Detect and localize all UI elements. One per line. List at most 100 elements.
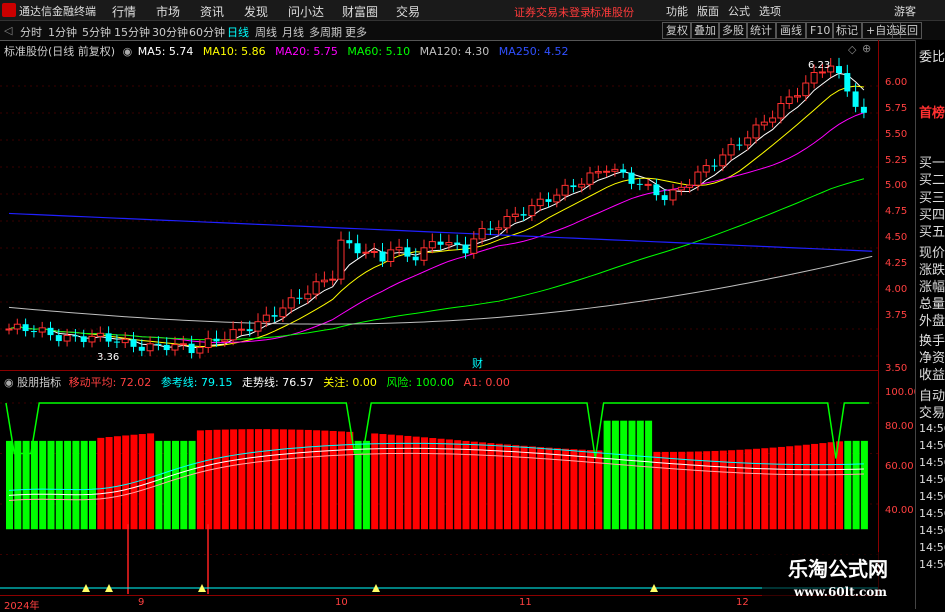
indicator-bar <box>72 440 80 530</box>
period-multi[interactable]: 多周期 <box>309 24 342 40</box>
overlay-button[interactable]: 叠加 <box>690 22 720 39</box>
settings-icon[interactable]: ◉ <box>123 45 133 58</box>
indicator-legend: ◉ 股朋指标 移动平均: 72.02 参考线: 79.15 走势线: 76.57… <box>4 374 510 390</box>
price-tick: 4.75 <box>885 206 908 217</box>
indicator-bar <box>172 440 179 530</box>
candle-body <box>96 332 104 337</box>
indicator-bar <box>429 438 437 530</box>
candle-body <box>736 144 743 146</box>
candle-body <box>412 256 419 261</box>
candle-body <box>561 184 569 196</box>
zoom-icon[interactable]: ⊕ <box>862 42 871 55</box>
candle-body <box>802 82 810 97</box>
candle-body <box>188 343 195 354</box>
back-button[interactable]: 返回 <box>892 22 922 39</box>
menu-ask[interactable]: 问小达 <box>288 3 324 20</box>
indicator-bar <box>678 451 686 530</box>
candle-body <box>63 334 71 342</box>
candle-body <box>686 184 694 188</box>
indicator-bar <box>371 433 379 530</box>
login-warning[interactable]: 证券交易未登录 <box>514 4 591 20</box>
candle-body <box>304 293 312 300</box>
indicator-bar <box>404 435 412 530</box>
menu-quotes[interactable]: 行情 <box>112 3 136 20</box>
indicator-bar <box>802 444 810 530</box>
candle-body <box>213 338 220 342</box>
user-label[interactable]: 游客 <box>894 3 916 19</box>
candle-body <box>420 247 428 261</box>
candle-body <box>262 314 270 323</box>
mark-button[interactable]: 标记 <box>832 22 862 39</box>
finance-marker[interactable]: 财 <box>472 356 483 370</box>
ma20-label: MA20: 5.75 <box>275 45 338 58</box>
ma120-label: MA120: 4.30 <box>419 45 490 58</box>
indicator-bar <box>769 447 777 530</box>
candle-body <box>22 324 29 332</box>
period-15min[interactable]: 15分钟 <box>114 24 150 40</box>
indicator-bar <box>338 431 345 530</box>
period-60min[interactable]: 60分钟 <box>189 24 225 40</box>
candle-body <box>179 343 187 346</box>
date-tick: 2024年 <box>4 601 40 612</box>
watermark-url: www.60lt.com <box>793 585 887 599</box>
period-weekly[interactable]: 周线 <box>255 24 277 40</box>
pane-divider[interactable] <box>0 370 878 371</box>
menu-formula[interactable]: 公式 <box>728 3 750 19</box>
candle-body <box>47 327 54 336</box>
menu-market[interactable]: 市场 <box>156 3 180 20</box>
period-5min[interactable]: 5分钟 <box>82 24 111 40</box>
indicator-name[interactable]: 股朋指标 <box>17 376 61 389</box>
candle-body <box>794 95 801 98</box>
period-monthly[interactable]: 月线 <box>282 24 304 40</box>
restore-rights-button[interactable]: 复权 <box>662 22 692 39</box>
period-more[interactable]: 更多 <box>345 24 367 40</box>
indicator-bar <box>64 440 72 530</box>
indicator-bar <box>603 420 611 530</box>
indicator-bar <box>686 451 694 530</box>
draw-line-button[interactable]: 画线 <box>776 22 806 39</box>
candle-body <box>760 121 768 126</box>
period-30min[interactable]: 30分钟 <box>152 24 188 40</box>
candle-body <box>785 96 793 105</box>
f10-button[interactable]: F10 <box>806 22 835 39</box>
nav-back-icon[interactable]: ◁ <box>4 24 12 37</box>
menu-trade[interactable]: 交易 <box>396 3 420 20</box>
ind-ref-label: 参考线: 79.15 <box>160 376 233 389</box>
indicator-chart[interactable] <box>0 372 878 594</box>
indicator-tick: 60.00 <box>885 461 914 472</box>
period-1min[interactable]: 1分钟 <box>48 24 77 40</box>
indicator-bar <box>396 435 404 530</box>
menu-function[interactable]: 功能 <box>666 3 688 19</box>
indicator-bar <box>811 443 819 530</box>
indicator-bar <box>786 446 794 530</box>
quote-field-label: 14:56 <box>919 439 945 452</box>
period-intraday[interactable]: 分时 <box>20 24 42 40</box>
chart-title: 标准股份(日线 前复权) <box>4 45 116 58</box>
indicator-settings-icon[interactable]: ◉ <box>4 376 14 389</box>
candle-body <box>55 335 62 342</box>
candle-body <box>246 329 253 332</box>
multi-stock-button[interactable]: 多股 <box>718 22 748 39</box>
indicator-bar <box>230 429 238 530</box>
menu-news[interactable]: 资讯 <box>200 3 224 20</box>
period-daily[interactable]: 日线 <box>227 24 249 40</box>
menu-wealth[interactable]: 财富圈 <box>342 3 378 20</box>
app-logo-icon <box>2 3 16 17</box>
quote-field-label: 交易 <box>919 406 945 421</box>
price-chart[interactable]: 6.23 3.36 财 <box>0 40 878 370</box>
candle-body <box>860 106 867 113</box>
price-tick: 5.25 <box>885 155 908 166</box>
candle-body <box>113 341 120 343</box>
stats-button[interactable]: 统计 <box>746 22 776 39</box>
diamond-icon[interactable]: ◇ <box>848 43 856 56</box>
menu-options[interactable]: 选项 <box>759 3 781 19</box>
candle-body <box>346 240 353 244</box>
period-toolbar: ◁ 分时 1分钟 5分钟 15分钟 30分钟 60分钟 日线 周线 月线 多周期… <box>0 21 945 41</box>
menu-layout[interactable]: 版面 <box>697 3 719 19</box>
ind-focus-label: 关注: 0.00 <box>323 376 377 389</box>
price-legend: 标准股份(日线 前复权) ◉ MA5: 5.74 MA10: 5.86 MA20… <box>4 43 569 59</box>
candle-body <box>387 249 395 263</box>
candle-body <box>196 346 204 354</box>
menu-discover[interactable]: 发现 <box>244 3 268 20</box>
candle-body <box>445 242 453 246</box>
